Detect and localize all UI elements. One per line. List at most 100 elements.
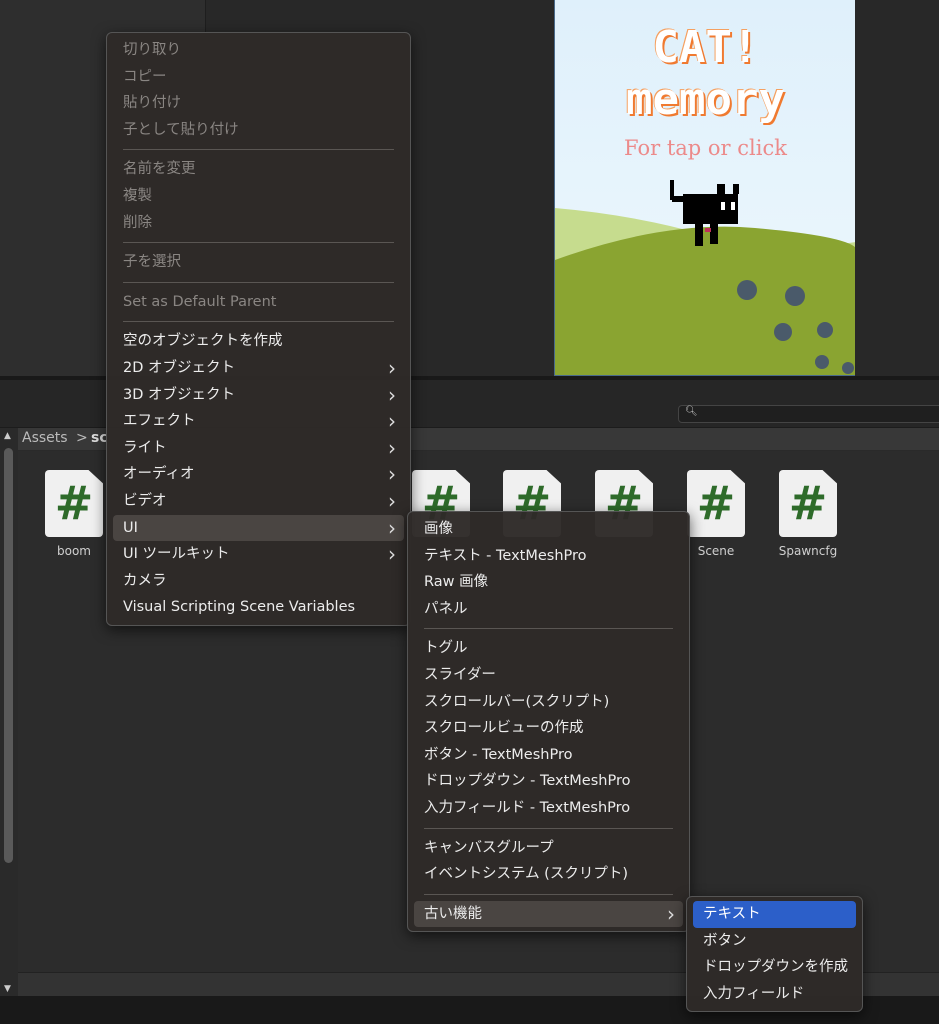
menu-item[interactable]: ドロップダウン - TextMeshPro: [414, 768, 683, 795]
chevron-right-icon: ›: [388, 542, 396, 567]
search-input[interactable]: 🔍︎: [678, 405, 939, 423]
menu-item-label: 2D オブジェクト: [123, 359, 235, 376]
menu-item-label: 画像: [424, 521, 453, 537]
menu-item[interactable]: オーディオ ›: [113, 461, 404, 488]
menu-item: 子として貼り付け: [113, 117, 404, 144]
menu-separator: [424, 827, 673, 829]
menu-item-label: UI: [123, 519, 138, 536]
menu-item[interactable]: スクロールバー(スクリプト): [414, 689, 683, 716]
menu-item-label: Visual Scripting Scene Variables: [123, 599, 356, 616]
menu-item-label: ライト: [123, 439, 167, 456]
chevron-right-icon: ›: [388, 409, 396, 434]
menu-item[interactable]: Visual Scripting Scene Variables: [113, 594, 404, 621]
menu-item[interactable]: スクロールビューの作成: [414, 715, 683, 742]
menu-item[interactable]: UI ›: [113, 514, 404, 542]
menu-item[interactable]: テキスト: [693, 901, 856, 928]
csharp-script-icon: #: [779, 470, 837, 537]
menu-item-label: 削除: [123, 214, 152, 231]
menu-item[interactable]: 3D オブジェクト ›: [113, 382, 404, 409]
menu-separator: [424, 893, 673, 895]
menu-item[interactable]: キャンバスグループ: [414, 835, 683, 862]
menu-item[interactable]: ボタン - TextMeshPro: [414, 742, 683, 769]
menu-item: 名前を変更: [113, 156, 404, 183]
menu-item-label: Set as Default Parent: [123, 293, 277, 310]
menu-item[interactable]: 入力フィールド: [693, 981, 856, 1008]
menu-item-label: 子として貼り付け: [123, 121, 239, 138]
menu-item-label: イベントシステム (スクリプト): [424, 866, 628, 883]
breadcrumb-assets[interactable]: Assets: [22, 430, 68, 446]
chevron-right-icon: ›: [388, 462, 396, 487]
menu-item: 貼り付け: [113, 90, 404, 117]
menu-item[interactable]: 古い機能 ›: [414, 900, 683, 928]
menu-separator: [424, 628, 673, 630]
menu-item-label: コピー: [123, 68, 167, 85]
asset-item[interactable]: # boom: [45, 470, 103, 558]
menu-item-label: スクロールビューの作成: [424, 720, 584, 737]
title-line-2: memory: [626, 74, 785, 125]
menu-item[interactable]: ボタン: [693, 928, 856, 955]
menu-item: コピー: [113, 64, 404, 91]
asset-item[interactable]: # Spawncfg: [779, 470, 837, 558]
menu-item[interactable]: テキスト - TextMeshPro: [414, 543, 683, 570]
csharp-script-icon: #: [687, 470, 745, 537]
asset-label: Spawncfg: [778, 544, 838, 558]
menu-item-label: ドロップダウン - TextMeshPro: [424, 773, 631, 790]
menu-item: Set as Default Parent: [113, 289, 404, 316]
menu-item-label: パネル: [424, 600, 468, 617]
menu-item-label: スクロールバー(スクリプト): [424, 693, 610, 710]
menu-item[interactable]: 2D オブジェクト ›: [113, 355, 404, 382]
scroll-down-icon[interactable]: ▼: [4, 984, 11, 994]
menu-item-label: テキスト - TextMeshPro: [424, 547, 587, 564]
menu-item-label: トグル: [424, 640, 468, 657]
menu-item[interactable]: パネル: [414, 596, 683, 623]
scrollbar-thumb[interactable]: [4, 448, 13, 863]
menu-item-label: 入力フィールド - TextMeshPro: [424, 799, 631, 816]
search-icon: 🔍︎: [685, 406, 698, 417]
context-menu: 切り取りコピー貼り付け子として貼り付け名前を変更複製削除子を選択 Set as D…: [106, 32, 411, 626]
menu-item-label: カメラ: [123, 572, 167, 589]
menu-item-label: スライダー: [424, 666, 496, 683]
menu-item[interactable]: エフェクト ›: [113, 408, 404, 435]
menu-item-label: 入力フィールド: [703, 985, 805, 1002]
menu-item-label: 子を選択: [123, 254, 181, 271]
menu-item[interactable]: スライダー: [414, 662, 683, 689]
menu-item-label: ドロップダウンを作成: [703, 959, 848, 976]
scroll-up-icon[interactable]: ▲: [4, 431, 11, 441]
ui-submenu: 画像テキスト - TextMeshPro Raw 画像 パネルトグルスライダースクロ…: [407, 511, 690, 933]
menu-item-label: UI ツールキット: [123, 546, 230, 563]
menu-item-label: キャンバスグループ: [424, 839, 554, 856]
menu-item: 切り取り: [113, 37, 404, 64]
breadcrumb-separator: >: [76, 430, 88, 446]
menu-item[interactable]: ドロップダウンを作成: [693, 954, 856, 981]
asset-item[interactable]: # Scene: [687, 470, 745, 558]
menu-item[interactable]: Raw 画像: [414, 569, 683, 596]
menu-item[interactable]: 入力フィールド - TextMeshPro: [414, 795, 683, 822]
menu-item-label: オーディオ: [123, 466, 195, 483]
chevron-right-icon: ›: [388, 435, 396, 460]
chevron-right-icon: ›: [388, 382, 396, 407]
menu-item-label: ボタン - TextMeshPro: [424, 746, 573, 763]
menu-item: 子を選択: [113, 249, 404, 276]
menu-item-label: 古い機能: [424, 905, 482, 922]
menu-item-label: 空のオブジェクトを作成: [123, 333, 283, 350]
vertical-scrollbar[interactable]: ▲ ▼: [0, 428, 18, 996]
chevron-right-icon: ›: [667, 901, 675, 926]
menu-item[interactable]: UI ツールキット ›: [113, 541, 404, 568]
menu-item-label: ビデオ: [123, 492, 167, 509]
menu-item-label: テキスト: [703, 906, 761, 922]
menu-item[interactable]: 空のオブジェクトを作成: [113, 328, 404, 355]
menu-item[interactable]: イベントシステム (スクリプト): [414, 861, 683, 888]
menu-item[interactable]: ライト ›: [113, 435, 404, 462]
menu-item-label: 切り取り: [123, 42, 181, 58]
chevron-right-icon: ›: [388, 515, 396, 540]
game-subtitle: For tap or click: [624, 136, 787, 160]
game-title: CAT! memory: [555, 22, 855, 126]
menu-item[interactable]: 画像: [414, 516, 683, 543]
menu-item[interactable]: カメラ: [113, 568, 404, 595]
menu-item-label: 3D オブジェクト: [123, 386, 235, 403]
menu-separator: [123, 281, 394, 283]
menu-item[interactable]: トグル: [414, 635, 683, 662]
menu-item-label: 複製: [123, 187, 152, 204]
menu-item-label: Raw 画像: [424, 574, 489, 591]
menu-item[interactable]: ビデオ ›: [113, 488, 404, 515]
